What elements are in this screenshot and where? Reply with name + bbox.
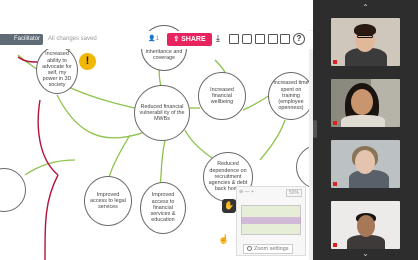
zoom-settings-button[interactable]: Zoom settings [243,244,293,254]
node-increased-wellbeing[interactable]: Increased financial wellbeing [198,72,246,120]
node-label: Increased time spent on training (employ… [273,80,309,112]
zoom-level[interactable]: 50% [285,189,302,197]
table-icon[interactable] [268,34,278,44]
toolbar: Facilitator All changes saved 👤1 ⇪ SHARE… [0,31,313,49]
node-reduced-vulnerability[interactable]: Reduced financial vulnerabil ity of the … [134,85,190,141]
scroll-down-icon[interactable]: ⌄ [313,248,418,260]
node-improved-financial[interactable]: Improved access to financial services & … [140,182,186,234]
share-button[interactable]: ⇪ SHARE [167,33,212,46]
video-call-panel: ⌃ ⌄ [313,0,418,260]
node-increased-time[interactable]: Increased time spent on training (employ… [268,72,313,120]
participant-video-1[interactable] [331,18,400,66]
gear-icon [247,246,252,251]
minimap-highlight [241,217,301,224]
participant-video-2[interactable] [331,79,400,127]
minimap[interactable]: ⊕ — + 50% Zoom settings [236,186,306,256]
panel-resize-handle[interactable] [313,120,317,138]
filter-icon[interactable] [255,34,265,44]
warning-icon[interactable]: ! [79,53,96,70]
app-window: Increased ability to advocate for self, … [0,0,418,260]
user-count: 1 [155,36,159,42]
node-label: Reduced financial vulnerabil ity of the … [139,103,185,123]
node-label: Improved access to financial services & … [150,192,176,224]
participant-video-3[interactable] [331,140,400,188]
muted-mic-icon [333,243,337,247]
participant-video-4[interactable] [331,201,400,249]
zoom-settings-label: Zoom settings [254,246,289,252]
help-icon[interactable]: ? [293,33,305,45]
muted-mic-icon [333,121,337,125]
node-label: Increased ability to advocate for self, … [42,51,72,89]
hand-cursor-icon: ☝ [218,234,230,244]
node-label: inheritance and coverage [145,48,183,61]
minimap-controls-icon[interactable]: ⊕ — + [239,189,254,195]
muted-mic-icon [333,60,337,64]
muted-mic-icon [333,182,337,186]
node-improved-legal[interactable]: Improved access to legal services [84,176,132,226]
node-label: Increased financial wellbeing [210,86,234,106]
scroll-up-icon[interactable]: ⌃ [313,2,418,14]
download-icon[interactable]: ⤓ [216,34,226,44]
present-icon[interactable] [280,34,290,44]
share-label: SHARE [181,36,206,43]
copy-icon[interactable] [229,34,239,44]
node-increased-ability[interactable]: Increased ability to advocate for self, … [36,46,78,94]
user-count-icon[interactable]: 👤1 [148,34,159,45]
pan-hand-icon[interactable]: ✋ [222,199,236,213]
facilitator-badge[interactable]: Facilitator [0,34,44,45]
save-status: All changes saved [48,36,97,42]
node-label: Improved access to legal services [90,191,126,211]
comment-icon[interactable] [242,34,252,44]
